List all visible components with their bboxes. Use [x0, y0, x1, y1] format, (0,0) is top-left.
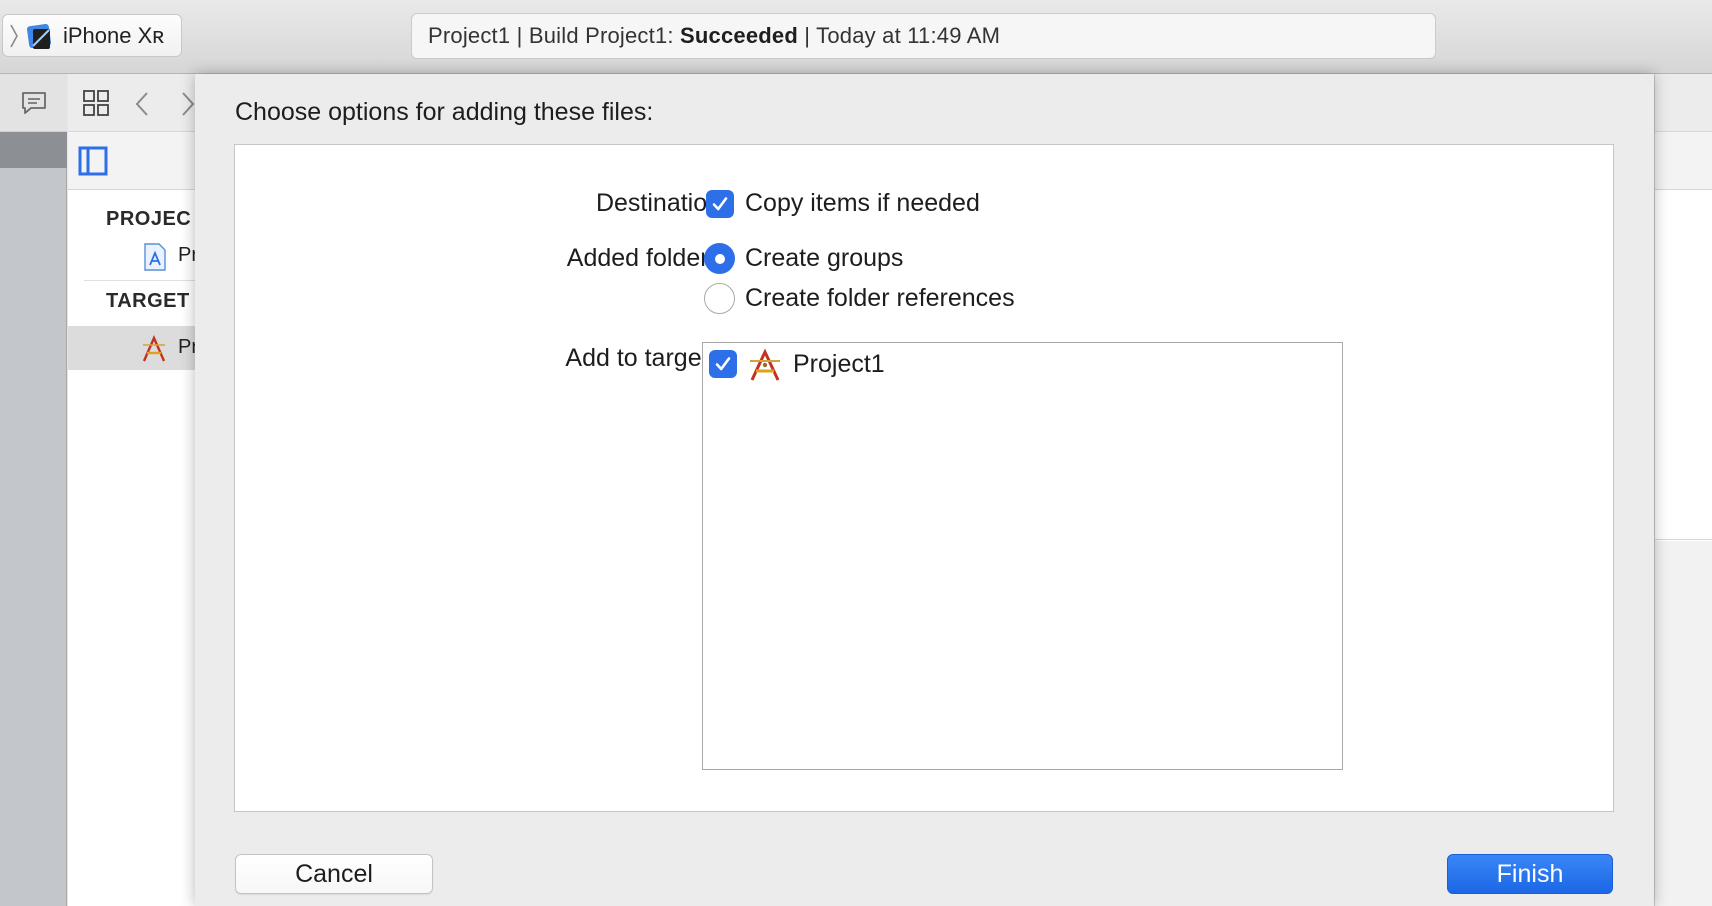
right-editor-footer — [1655, 541, 1712, 906]
add-files-sheet: Choose options for adding these files: D… — [195, 74, 1654, 906]
right-editor-toolbar — [1655, 132, 1712, 190]
added-folders-label: Added folders: — [566, 244, 728, 272]
activity-viewer: Project1 | Build Project1: Succeeded | T… — [411, 13, 1436, 59]
run-destination-selector[interactable]: iPhone Xʀ — [2, 14, 182, 57]
copy-items-checkbox[interactable] — [706, 190, 734, 218]
add-to-targets-label: Add to targets: — [565, 344, 728, 372]
comment-icon[interactable] — [20, 90, 48, 116]
sheet-title: Choose options for adding these files: — [235, 98, 654, 126]
target-project1-checkbox[interactable] — [709, 350, 737, 378]
section-divider — [84, 280, 198, 281]
project-editor-pane: PROJEC Pr TARGET Pr — [68, 74, 198, 906]
create-folder-references-option[interactable]: Create folder references — [745, 284, 1015, 313]
copy-items-option[interactable]: Copy items if needed — [745, 189, 980, 218]
back-arrow-icon[interactable] — [134, 90, 150, 118]
xcode-app-icon — [26, 23, 52, 49]
hide-sidebar-icon[interactable] — [78, 146, 108, 176]
cancel-button[interactable]: Cancel — [235, 854, 433, 894]
create-folder-references-radio[interactable] — [704, 283, 735, 314]
targets-section-header: TARGET — [106, 290, 190, 312]
activity-suffix: | Today at 11:49 AM — [797, 23, 1001, 48]
navigator-strip-header — [0, 74, 67, 132]
destination-label: Destination: — [595, 189, 728, 217]
forward-arrow-icon[interactable] — [180, 90, 196, 118]
create-groups-option[interactable]: Create groups — [745, 244, 903, 273]
project-file-icon — [144, 243, 166, 271]
navigator-strip — [0, 74, 67, 906]
editor-right-edge — [1654, 74, 1712, 906]
checkmark-icon — [715, 357, 731, 371]
checkmark-icon — [712, 197, 728, 211]
target-name: Project1 — [793, 350, 885, 378]
target-list-item[interactable]: Pr — [68, 326, 198, 370]
window-toolbar: iPhone Xʀ Project1 | Build Project1: Suc… — [0, 0, 1712, 74]
radio-dot — [714, 253, 725, 264]
right-editor-content — [1655, 190, 1712, 540]
project-list-item[interactable]: Pr — [68, 234, 198, 278]
target-row[interactable]: Project1 — [703, 343, 1341, 387]
related-items-grid-icon[interactable] — [82, 88, 110, 118]
finish-button[interactable]: Finish — [1447, 854, 1613, 894]
build-status: Succeeded — [680, 23, 798, 48]
create-groups-radio[interactable] — [704, 243, 735, 274]
right-jump-bar — [1655, 74, 1712, 132]
editor-toolbar — [68, 132, 198, 190]
app-target-icon — [142, 334, 166, 362]
device-name: iPhone Xʀ — [63, 22, 165, 48]
activity-prefix: Project1 | Build Project1: — [428, 23, 681, 48]
chevron-right-icon — [10, 24, 18, 47]
options-panel: Destination: Copy items if needed Added … — [234, 144, 1614, 812]
jump-bar — [68, 74, 198, 132]
targets-list[interactable]: Project1 — [702, 342, 1343, 770]
navigator-selection[interactable] — [0, 132, 67, 168]
project-section-header: PROJEC — [106, 208, 192, 230]
app-target-icon — [750, 348, 780, 381]
